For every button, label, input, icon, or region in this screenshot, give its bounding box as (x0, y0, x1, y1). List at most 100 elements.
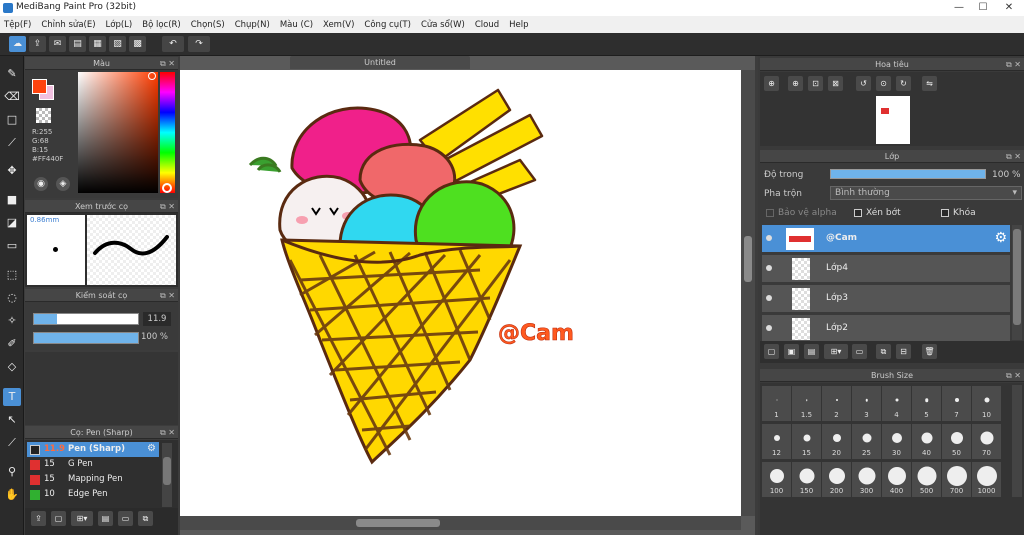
menu-filter[interactable]: Bộ lọc(R) (142, 20, 181, 30)
transparent-swatch[interactable] (36, 108, 51, 123)
brush-size-cell[interactable]: 70 (972, 424, 1001, 459)
eye-icon[interactable] (766, 235, 772, 241)
select-eraser-tool-icon[interactable]: ◇ (3, 358, 21, 376)
brush-size-cell[interactable]: 1 (762, 386, 791, 421)
blend-mode-select[interactable]: Bình thường ▾ (830, 186, 1022, 200)
brush-item-mapping-pen[interactable]: 15 Mapping Pen (27, 472, 159, 487)
drawing-canvas[interactable]: @Cam (180, 70, 741, 516)
brush-size-cell[interactable]: 300 (852, 462, 881, 497)
menu-capture[interactable]: Chụp(N) (235, 20, 270, 30)
brush-size-cell[interactable]: 150 (792, 462, 821, 497)
brush-item-g-pen[interactable]: 15 G Pen (27, 457, 159, 472)
brush-tool-icon[interactable]: ✎ (3, 65, 21, 83)
document-icon[interactable]: ▦ (89, 36, 106, 52)
dot-tool-icon[interactable]: □ (3, 111, 21, 129)
line-tool-icon[interactable]: ⟋ (3, 134, 21, 152)
hue-cursor[interactable] (162, 183, 172, 193)
saturation-value-picker[interactable] (78, 72, 158, 193)
duplicate-icon[interactable]: ⧉ (876, 344, 891, 359)
menu-window[interactable]: Cửa sổ(W) (421, 20, 465, 30)
comment-icon[interactable]: ✉ (49, 36, 66, 52)
message-icon[interactable]: ▤ (69, 36, 86, 52)
merge-icon[interactable]: ⊟ (896, 344, 911, 359)
divide-tool-icon[interactable]: ⟋ (3, 434, 21, 452)
cloud-icon[interactable]: ☁ (9, 36, 26, 52)
brush-size-cell[interactable]: 400 (882, 462, 911, 497)
panel-close-icon[interactable]: ⧉ ✕ (1006, 369, 1021, 382)
layer-opacity-value[interactable]: 100 % (992, 170, 1021, 180)
brush-item-pen-sharp[interactable]: 11.9 Pen (Sharp) ⚙ (27, 442, 159, 457)
brush-settings-icon[interactable]: ▤ (98, 511, 113, 526)
new-brush-icon[interactable]: ▢ (51, 511, 66, 526)
flip-icon[interactable]: ⇋ (922, 76, 937, 91)
menu-select[interactable]: Chọn(S) (191, 20, 225, 30)
brush-opacity-slider[interactable] (33, 332, 139, 344)
brush-size-cell[interactable]: 50 (942, 424, 971, 459)
select-pen-tool-icon[interactable]: ✐ (3, 335, 21, 353)
brush-size-cell[interactable]: 4 (882, 386, 911, 421)
menu-file[interactable]: Tệp(F) (4, 20, 31, 30)
cloud-brush-icon[interactable]: ⇪ (31, 511, 46, 526)
brush-opacity-value[interactable]: 100 % (141, 332, 168, 342)
menu-cloud[interactable]: Cloud (475, 20, 499, 30)
folder-icon[interactable]: ▭ (852, 344, 867, 359)
actual-size-icon[interactable]: ⊠ (828, 76, 843, 91)
panel-close-icon[interactable]: ⧉ ✕ (160, 426, 175, 439)
maximize-button[interactable]: ☐ (972, 0, 994, 16)
brush-size-value[interactable]: 11.9 (143, 312, 171, 326)
canvas-horizontal-scrollbar[interactable] (180, 516, 741, 530)
eraser-tool-icon[interactable]: ⌫ (3, 88, 21, 106)
layer-row-3[interactable]: Lớp3 (762, 285, 1010, 313)
layer-row-2[interactable]: Lớp2 (762, 315, 1010, 343)
panel-close-icon[interactable]: ⧉ ✕ (160, 200, 175, 213)
panel-close-icon[interactable]: ⧉ ✕ (1006, 150, 1021, 163)
rotate-left-icon[interactable]: ↺ (856, 76, 871, 91)
duplicate-icon[interactable]: ⧉ (138, 511, 153, 526)
document-tab[interactable]: Untitled (290, 56, 470, 69)
menu-color[interactable]: Màu (C) (280, 20, 313, 30)
brush-size-cell[interactable]: 15 (792, 424, 821, 459)
canvas-vertical-scrollbar[interactable] (741, 70, 755, 516)
menu-view[interactable]: Xem(V) (323, 20, 354, 30)
brush-size-cell[interactable]: 2 (822, 386, 851, 421)
new-layer-icon[interactable]: ▢ (764, 344, 779, 359)
brush-size-cell[interactable]: 25 (852, 424, 881, 459)
brush-size-cell[interactable]: 1.5 (792, 386, 821, 421)
brush-list-scrollbar[interactable] (162, 443, 172, 507)
gallery-icon[interactable]: ▧ (109, 36, 126, 52)
layer-row-4[interactable]: Lớp4 (762, 255, 1010, 283)
new-halftone-layer-icon[interactable]: ▣ (784, 344, 799, 359)
add-layer-dropdown-icon[interactable]: ⊞▾ (824, 344, 848, 359)
panel-close-icon[interactable]: ⧉ ✕ (160, 289, 175, 302)
magic-wand-tool-icon[interactable]: ✧ (3, 312, 21, 330)
share-icon[interactable]: ⇪ (29, 36, 46, 52)
select-tool-icon[interactable]: ⬚ (3, 266, 21, 284)
zoom-icon[interactable]: ⊕ (764, 76, 779, 91)
trash-icon[interactable]: 🗑 (922, 344, 937, 359)
brush-size-cell[interactable]: 7 (942, 386, 971, 421)
protect-alpha-checkbox[interactable] (766, 209, 774, 217)
hand-tool-icon[interactable]: ✋ (3, 486, 21, 504)
brush-size-cell[interactable]: 5 (912, 386, 941, 421)
bucket-tool-icon[interactable]: ◪ (3, 214, 21, 232)
text-tool-icon[interactable]: T (3, 388, 21, 406)
menu-help[interactable]: Help (509, 20, 528, 30)
gear-icon[interactable]: ⚙ (994, 230, 1007, 246)
redo-icon[interactable]: ↷ (188, 36, 210, 52)
lock-checkbox[interactable] (941, 209, 949, 217)
brush-size-cell[interactable]: 700 (942, 462, 971, 497)
layer-row-cam[interactable]: @Cam ⚙ (762, 225, 1010, 253)
eyedropper-tool-icon[interactable]: ⚲ (3, 463, 21, 481)
panel-close-icon[interactable]: ⧉ ✕ (160, 57, 175, 70)
lasso-tool-icon[interactable]: ◌ (3, 289, 21, 307)
eye-icon[interactable] (766, 295, 772, 301)
brush-size-cell[interactable]: 3 (852, 386, 881, 421)
hue-slider[interactable] (160, 72, 175, 193)
gear-icon[interactable]: ⚙ (147, 443, 156, 454)
rotate-right-icon[interactable]: ↻ (896, 76, 911, 91)
reset-rotation-icon[interactable]: ⊙ (876, 76, 891, 91)
palette-icon[interactable]: ◉ (34, 177, 48, 191)
menu-edit[interactable]: Chỉnh sửa(E) (41, 20, 95, 30)
brush-size-cell[interactable]: 200 (822, 462, 851, 497)
brush-size-cell[interactable]: 40 (912, 424, 941, 459)
